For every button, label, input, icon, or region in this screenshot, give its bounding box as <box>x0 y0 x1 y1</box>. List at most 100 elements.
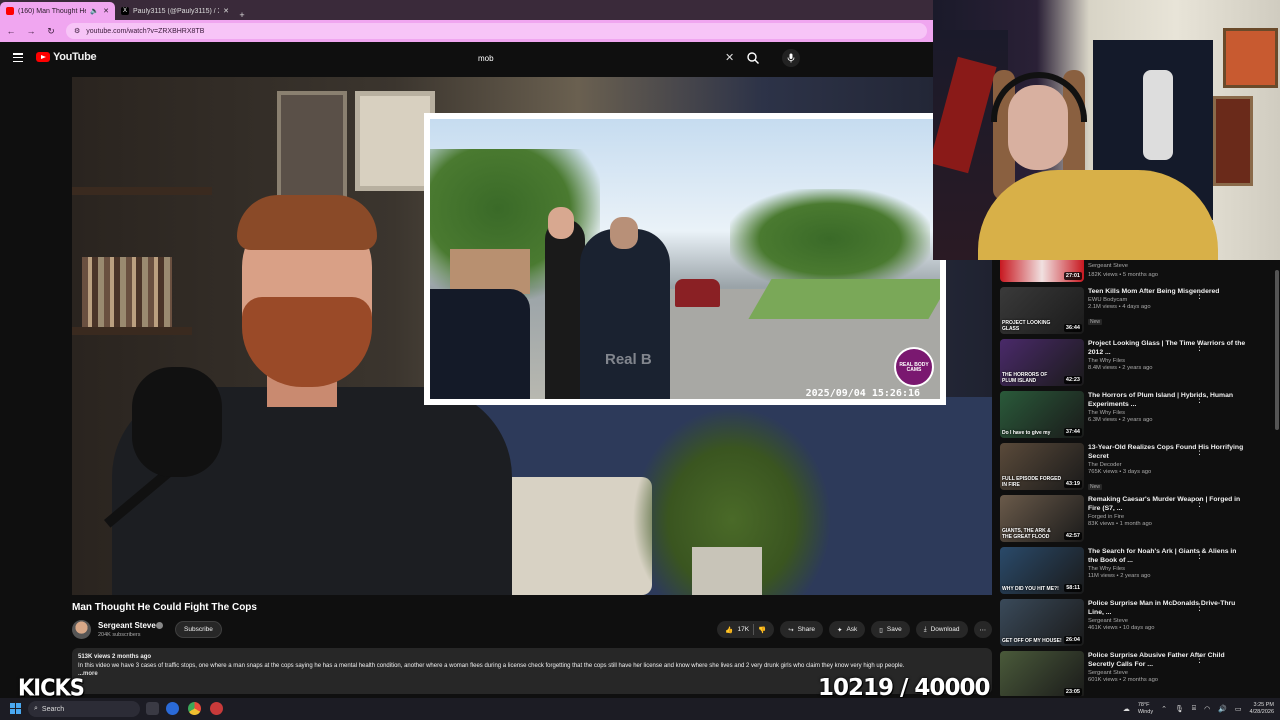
recommended-video[interactable]: 27:01 Sergeant Steve 182K views • 5 mont… <box>1000 260 1270 284</box>
recommended-title[interactable]: The Horrors of Plum Island | Hybrids, Hu… <box>1088 391 1248 409</box>
chrome-app-icon[interactable] <box>188 702 201 715</box>
video-player[interactable]: Real B 2025/09/04 15:26:16 REAL BODY CAM… <box>72 77 992 595</box>
save-button[interactable]: ▯ Save <box>871 621 910 638</box>
youtube-logo[interactable]: YouTube <box>36 51 97 63</box>
wifi-icon[interactable]: ◠ <box>1204 705 1210 713</box>
thumbs-up-icon[interactable]: 👍 <box>725 626 733 634</box>
recommended-channel[interactable]: The Why Files <box>1088 566 1248 572</box>
recommended-channel[interactable]: The Why Files <box>1088 358 1248 364</box>
recommended-channel[interactable]: The Why Files <box>1088 410 1248 416</box>
recommended-video[interactable]: 23:05 Police Surprise Abusive Father Afte… <box>1000 651 1270 696</box>
more-actions-button[interactable]: ⋯ <box>973 621 992 638</box>
streamer-webcam <box>933 0 1280 260</box>
recommended-video[interactable]: WHY DID YOU HIT ME?! 58:11 The Search for … <box>1000 547 1270 597</box>
recommended-meta: 83K views • 1 month ago <box>1088 521 1152 528</box>
obs-app-icon[interactable] <box>210 702 223 715</box>
network-icon[interactable]: ⌸ <box>1192 705 1196 713</box>
new-tab-icon[interactable]: + <box>235 10 249 20</box>
taskbar-search[interactable]: ⌕ Search <box>28 701 140 717</box>
recommended-video[interactable]: GET OFF OF MY HOUSE! 26:04 Police Surprise… <box>1000 599 1270 649</box>
url-text: youtube.com/watch?v=ZRXBHRX8TB <box>86 27 205 35</box>
system-tray: ☁ 78°F Windy ⌃ 🎙 ⌸ ◠ 🔊 ▭ 3:25 PM 4/28/20… <box>1123 700 1274 718</box>
url-field[interactable]: ⚙ youtube.com/watch?v=ZRXBHRX8TB <box>66 23 927 39</box>
video-thumbnail[interactable]: GIANTS, THE ARK & THE GREAT FLOOD 42:57 <box>1000 495 1084 542</box>
browser-tab-youtube[interactable]: (160) Man Thought He Coul... 🔈 ✕ <box>0 2 115 20</box>
more-options-icon[interactable]: ⋮ <box>1195 602 1204 613</box>
hamburger-menu-icon[interactable] <box>13 53 23 62</box>
more-options-icon[interactable]: ⋮ <box>1195 394 1204 405</box>
recommended-channel[interactable]: The Decoder <box>1088 462 1248 468</box>
video-duration: 43:19 <box>1063 480 1082 488</box>
subscribe-button[interactable]: Subscribe <box>175 621 222 638</box>
mic-tray-icon[interactable]: 🎙 <box>1175 705 1184 713</box>
more-options-icon[interactable]: ⋮ <box>1195 550 1204 561</box>
voice-search-button[interactable] <box>782 49 800 67</box>
recommended-video[interactable]: PROJECT LOOKING GLASS 36:44 Teen Kills Mom… <box>1000 287 1270 337</box>
recommended-title[interactable]: Remaking Caesar's Murder Weapon | Forged… <box>1088 495 1248 513</box>
reload-icon[interactable]: ↻ <box>46 26 56 37</box>
video-thumbnail[interactable]: GET OFF OF MY HOUSE! 26:04 <box>1000 599 1084 646</box>
thumbs-down-icon[interactable]: 👎 <box>758 626 766 634</box>
thumbnail-caption: WHY DID YOU HIT ME?! <box>1002 585 1059 592</box>
video-thumbnail[interactable]: PROJECT LOOKING GLASS 36:44 <box>1000 287 1084 334</box>
task-view-icon[interactable] <box>146 702 159 715</box>
video-duration: 36:44 <box>1063 324 1082 332</box>
recommended-video[interactable]: FULL EPISODE FORGED IN FIRE 43:19 13-Year-… <box>1000 443 1270 493</box>
recommended-channel[interactable]: Sergeant Steve <box>1088 670 1248 676</box>
recommended-channel[interactable]: Forged in Fire <box>1088 514 1248 520</box>
recommended-title[interactable]: Police Surprise Abusive Father After Chi… <box>1088 651 1248 669</box>
youtube-header: YouTube ✕ <box>0 42 1000 74</box>
recommended-channel[interactable]: EWU Bodycam <box>1088 297 1248 303</box>
search-input[interactable] <box>470 48 740 68</box>
channel-avatar[interactable] <box>72 620 91 639</box>
scrollbar-thumb[interactable] <box>1275 270 1279 430</box>
channel-name[interactable]: Sergeant Steve <box>98 621 156 630</box>
video-thumbnail[interactable]: THE HORRORS OF PLUM ISLAND 42:23 <box>1000 339 1084 386</box>
video-thumbnail[interactable]: Do I have to give my 37:44 <box>1000 391 1084 438</box>
chevron-up-icon[interactable]: ⌃ <box>1161 705 1167 713</box>
like-count[interactable]: 17K <box>738 626 750 633</box>
real-body-cams-logo: REAL BODY CAMS <box>894 347 934 387</box>
recommended-title[interactable]: The Search for Noah's Ark | Giants & Ali… <box>1088 547 1248 565</box>
close-tab-icon[interactable]: ✕ <box>103 7 109 15</box>
recommended-video[interactable]: THE HORRORS OF PLUM ISLAND 42:23 Project L… <box>1000 339 1270 389</box>
recommended-title[interactable]: Teen Kills Mom After Being Misgendered <box>1088 287 1248 296</box>
video-thumbnail[interactable]: FULL EPISODE FORGED IN FIRE 43:19 <box>1000 443 1084 490</box>
browser-app-icon[interactable] <box>166 702 179 715</box>
weather-widget[interactable]: 78°F Windy <box>1138 702 1153 715</box>
clear-search-icon[interactable]: ✕ <box>725 51 734 64</box>
recommended-title[interactable]: Police Surprise Man in McDonalds Drive-T… <box>1088 599 1248 617</box>
battery-icon[interactable]: ▭ <box>1235 705 1242 713</box>
share-button[interactable]: ↪ Share <box>780 621 823 638</box>
recommended-channel[interactable]: Sergeant Steve <box>1088 262 1158 271</box>
like-dislike-group: 👍 17K 👎 <box>717 621 775 638</box>
forward-arrow-icon[interactable]: → <box>26 26 36 36</box>
more-options-icon[interactable]: ⋮ <box>1195 654 1204 665</box>
recommended-title[interactable]: Project Looking Glass | The Time Warrior… <box>1088 339 1248 357</box>
browser-tab-x[interactable]: X Pauly3115 (@Pauly3115) / X ✕ <box>115 2 235 20</box>
recommended-title[interactable]: 13-Year-Old Realizes Cops Found His Horr… <box>1088 443 1248 461</box>
more-options-icon[interactable]: ⋮ <box>1195 498 1204 509</box>
weather-temp: 78°F <box>1137 702 1150 709</box>
recommended-channel[interactable]: Sergeant Steve <box>1088 618 1248 624</box>
more-options-icon[interactable]: ⋮ <box>1195 342 1204 353</box>
video-thumbnail[interactable]: 27:01 <box>1000 260 1084 282</box>
recommended-video[interactable]: Do I have to give my 37:44 The Horrors of … <box>1000 391 1270 441</box>
site-info-icon[interactable]: ⚙ <box>74 27 80 35</box>
video-thumbnail[interactable]: 23:05 <box>1000 651 1084 696</box>
search-icon[interactable] <box>746 51 760 65</box>
download-button[interactable]: ⤓ Download <box>915 621 968 638</box>
video-actions: 👍 17K 👎 ↪ Share ✦ Ask ▯ Save ⤓ Download … <box>717 621 992 638</box>
taskbar-clock[interactable]: 3:25 PM 4/28/2026 <box>1250 702 1274 716</box>
video-thumbnail[interactable]: WHY DID YOU HIT ME?! 58:11 <box>1000 547 1084 594</box>
back-arrow-icon[interactable]: ← <box>6 26 16 36</box>
close-tab-icon[interactable]: ✕ <box>223 7 229 15</box>
recommended-video[interactable]: GIANTS, THE ARK & THE GREAT FLOOD 42:57 Re… <box>1000 495 1270 545</box>
more-options-icon[interactable]: ⋮ <box>1195 446 1204 457</box>
volume-icon[interactable]: 🔊 <box>1218 705 1227 713</box>
more-options-icon[interactable]: ⋮ <box>1195 290 1204 301</box>
windows-start-icon[interactable] <box>10 703 21 714</box>
ask-button[interactable]: ✦ Ask <box>829 621 866 638</box>
speaker-icon[interactable]: 🔈 <box>90 7 99 15</box>
studio-microphone <box>132 367 222 477</box>
